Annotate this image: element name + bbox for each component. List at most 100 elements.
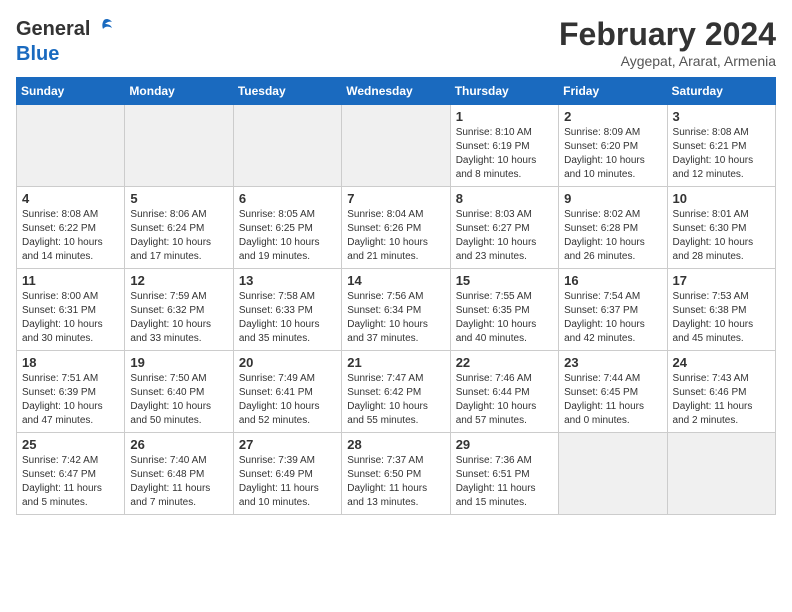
day-cell (125, 105, 233, 187)
day-info: Sunrise: 7:49 AMSunset: 6:41 PMDaylight:… (239, 372, 336, 428)
day-info: Sunrise: 8:05 AMSunset: 6:25 PMDaylight:… (239, 208, 336, 264)
day-number: 14 (347, 273, 444, 288)
day-number: 19 (130, 355, 227, 370)
day-cell: 23 Sunrise: 7:44 AMSunset: 6:45 PMDayligh… (559, 351, 667, 433)
calendar-subtitle: Aygepat, Ararat, Armenia (559, 53, 776, 69)
day-cell: 5 Sunrise: 8:06 AMSunset: 6:24 PMDaylight… (125, 187, 233, 269)
header-sunday: Sunday (17, 78, 125, 105)
week-row-3: 11 Sunrise: 8:00 AMSunset: 6:31 PMDayligh… (17, 269, 776, 351)
header-friday: Friday (559, 78, 667, 105)
header-tuesday: Tuesday (233, 78, 341, 105)
logo-blue: Blue (16, 43, 59, 65)
day-cell: 13Sunrise: 7:58 AMSunset: 6:33 PMDayligh… (233, 269, 341, 351)
day-cell: 18 Sunrise: 7:51 AMSunset: 6:39 PMDayligh… (17, 351, 125, 433)
logo-general: General (16, 18, 90, 41)
day-info: Sunrise: 7:40 AMSunset: 6:48 PMDaylight:… (130, 454, 227, 510)
day-number: 2 (564, 109, 661, 124)
day-cell: 14 Sunrise: 7:56 AMSunset: 6:34 PMDayligh… (342, 269, 450, 351)
day-cell: 19Sunrise: 7:50 AMSunset: 6:40 PMDayligh… (125, 351, 233, 433)
day-number: 9 (564, 191, 661, 206)
header-saturday: Saturday (667, 78, 775, 105)
day-cell: 16 Sunrise: 7:54 AMSunset: 6:37 PMDayligh… (559, 269, 667, 351)
calendar-title: February 2024 (559, 16, 776, 53)
day-number: 8 (456, 191, 553, 206)
day-info: Sunrise: 7:55 AMSunset: 6:35 PMDaylight:… (456, 290, 553, 346)
week-row-2: 4 Sunrise: 8:08 AMSunset: 6:22 PMDaylight… (17, 187, 776, 269)
day-cell: 27Sunrise: 7:39 AMSunset: 6:49 PMDayligh… (233, 433, 341, 515)
day-number: 27 (239, 437, 336, 452)
day-cell: 12Sunrise: 7:59 AMSunset: 6:32 PMDayligh… (125, 269, 233, 351)
day-number: 10 (673, 191, 770, 206)
day-cell: 15 Sunrise: 7:55 AMSunset: 6:35 PMDayligh… (450, 269, 558, 351)
day-cell: 1 Sunrise: 8:10 AMSunset: 6:19 PMDaylight… (450, 105, 558, 187)
day-info: Sunrise: 8:04 AMSunset: 6:26 PMDaylight:… (347, 208, 444, 264)
day-number: 25 (22, 437, 119, 452)
day-info: Sunrise: 7:53 AMSunset: 6:38 PMDaylight:… (673, 290, 770, 346)
logo-bird-icon (92, 16, 114, 43)
week-row-1: 1 Sunrise: 8:10 AMSunset: 6:19 PMDaylight… (17, 105, 776, 187)
day-cell: 25 Sunrise: 7:42 AMSunset: 6:47 PMDayligh… (17, 433, 125, 515)
day-number: 6 (239, 191, 336, 206)
day-number: 16 (564, 273, 661, 288)
day-cell: 21 Sunrise: 7:47 AMSunset: 6:42 PMDayligh… (342, 351, 450, 433)
day-cell: 22Sunrise: 7:46 AMSunset: 6:44 PMDayligh… (450, 351, 558, 433)
day-number: 21 (347, 355, 444, 370)
day-info: Sunrise: 7:54 AMSunset: 6:37 PMDaylight:… (564, 290, 661, 346)
day-info: Sunrise: 8:00 AMSunset: 6:31 PMDaylight:… (22, 290, 119, 346)
day-cell: 6 Sunrise: 8:05 AMSunset: 6:25 PMDaylight… (233, 187, 341, 269)
day-cell (559, 433, 667, 515)
day-number: 23 (564, 355, 661, 370)
week-row-5: 25 Sunrise: 7:42 AMSunset: 6:47 PMDayligh… (17, 433, 776, 515)
day-cell (667, 433, 775, 515)
day-info: Sunrise: 8:09 AMSunset: 6:20 PMDaylight:… (564, 126, 661, 182)
day-cell: 24Sunrise: 7:43 AMSunset: 6:46 PMDayligh… (667, 351, 775, 433)
day-info: Sunrise: 8:03 AMSunset: 6:27 PMDaylight:… (456, 208, 553, 264)
day-info: Sunrise: 7:44 AMSunset: 6:45 PMDaylight:… (564, 372, 661, 428)
day-info: Sunrise: 8:01 AMSunset: 6:30 PMDaylight:… (673, 208, 770, 264)
calendar-table: SundayMondayTuesdayWednesdayThursdayFrid… (16, 77, 776, 515)
day-info: Sunrise: 7:43 AMSunset: 6:46 PMDaylight:… (673, 372, 770, 428)
day-cell: 7Sunrise: 8:04 AMSunset: 6:26 PMDaylight… (342, 187, 450, 269)
day-info: Sunrise: 8:06 AMSunset: 6:24 PMDaylight:… (130, 208, 227, 264)
day-number: 13 (239, 273, 336, 288)
day-cell: 8 Sunrise: 8:03 AMSunset: 6:27 PMDaylight… (450, 187, 558, 269)
day-cell: 26Sunrise: 7:40 AMSunset: 6:48 PMDayligh… (125, 433, 233, 515)
day-info: Sunrise: 7:47 AMSunset: 6:42 PMDaylight:… (347, 372, 444, 428)
week-row-4: 18 Sunrise: 7:51 AMSunset: 6:39 PMDayligh… (17, 351, 776, 433)
day-number: 18 (22, 355, 119, 370)
day-number: 1 (456, 109, 553, 124)
day-number: 20 (239, 355, 336, 370)
day-number: 4 (22, 191, 119, 206)
day-info: Sunrise: 7:46 AMSunset: 6:44 PMDaylight:… (456, 372, 553, 428)
day-info: Sunrise: 7:56 AMSunset: 6:34 PMDaylight:… (347, 290, 444, 346)
day-cell: 2 Sunrise: 8:09 AMSunset: 6:20 PMDaylight… (559, 105, 667, 187)
day-number: 12 (130, 273, 227, 288)
day-info: Sunrise: 8:08 AMSunset: 6:21 PMDaylight:… (673, 126, 770, 182)
day-cell (342, 105, 450, 187)
header-row: SundayMondayTuesdayWednesdayThursdayFrid… (17, 78, 776, 105)
day-cell (17, 105, 125, 187)
logo: General Blue (16, 16, 114, 66)
day-number: 11 (22, 273, 119, 288)
day-info: Sunrise: 8:10 AMSunset: 6:19 PMDaylight:… (456, 126, 553, 182)
header-monday: Monday (125, 78, 233, 105)
day-cell: 3Sunrise: 8:08 AMSunset: 6:21 PMDaylight… (667, 105, 775, 187)
day-info: Sunrise: 8:08 AMSunset: 6:22 PMDaylight:… (22, 208, 119, 264)
day-cell: 11 Sunrise: 8:00 AMSunset: 6:31 PMDayligh… (17, 269, 125, 351)
day-info: Sunrise: 7:36 AMSunset: 6:51 PMDaylight:… (456, 454, 553, 510)
day-number: 29 (456, 437, 553, 452)
day-cell: 17Sunrise: 7:53 AMSunset: 6:38 PMDayligh… (667, 269, 775, 351)
day-cell: 20 Sunrise: 7:49 AMSunset: 6:41 PMDayligh… (233, 351, 341, 433)
day-info: Sunrise: 8:02 AMSunset: 6:28 PMDaylight:… (564, 208, 661, 264)
day-cell: 4 Sunrise: 8:08 AMSunset: 6:22 PMDaylight… (17, 187, 125, 269)
day-info: Sunrise: 7:51 AMSunset: 6:39 PMDaylight:… (22, 372, 119, 428)
day-info: Sunrise: 7:37 AMSunset: 6:50 PMDaylight:… (347, 454, 444, 510)
day-number: 5 (130, 191, 227, 206)
day-info: Sunrise: 7:42 AMSunset: 6:47 PMDaylight:… (22, 454, 119, 510)
day-number: 28 (347, 437, 444, 452)
day-cell: 10 Sunrise: 8:01 AMSunset: 6:30 PMDayligh… (667, 187, 775, 269)
day-cell: 28 Sunrise: 7:37 AMSunset: 6:50 PMDayligh… (342, 433, 450, 515)
day-cell (233, 105, 341, 187)
day-cell: 29 Sunrise: 7:36 AMSunset: 6:51 PMDayligh… (450, 433, 558, 515)
day-number: 15 (456, 273, 553, 288)
